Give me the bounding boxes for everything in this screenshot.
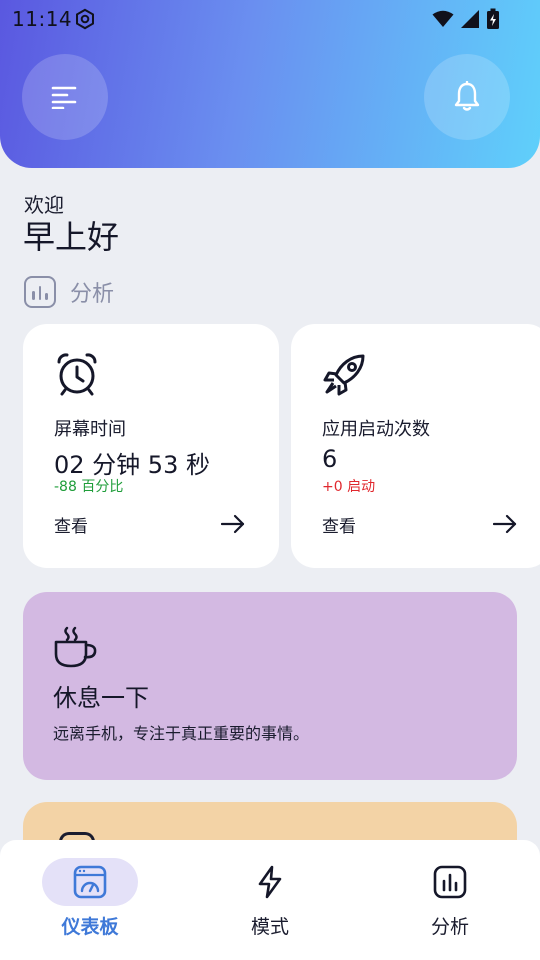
take-a-break-card[interactable]: 休息一下 远离手机，专注于真正重要的事情。 (23, 592, 517, 780)
settings-icon (76, 8, 94, 30)
lightning-icon (258, 865, 282, 899)
coffee-cup-icon (54, 626, 97, 668)
notifications-button[interactable] (424, 54, 510, 140)
alarm-clock-icon (57, 353, 97, 396)
status-bar: 11:14 (0, 0, 540, 36)
signal-icon (461, 10, 479, 28)
arrow-right-icon[interactable] (221, 514, 245, 534)
bell-icon (454, 81, 480, 111)
bar-chart-icon (24, 276, 56, 308)
bar-chart-icon (433, 865, 467, 899)
nav-item-analysis[interactable]: 分析 (360, 840, 540, 960)
card-delta: -88 百分比 (54, 479, 124, 495)
app-launches-card[interactable]: 应用启动次数 6 +0 启动 查看 (291, 324, 540, 568)
status-time: 11:14 (12, 7, 73, 31)
nav-label: 仪表板 (61, 916, 119, 938)
menu-button[interactable] (22, 54, 108, 140)
bottom-navigation: 仪表板 模式 分析 (0, 840, 540, 960)
card-value: 02 分钟 53 秒 (54, 451, 210, 479)
nav-item-dashboard[interactable]: 仪表板 (0, 840, 180, 960)
screen-time-card[interactable]: 屏幕时间 02 分钟 53 秒 -88 百分比 查看 (23, 324, 279, 568)
analysis-section-header: 分析 (24, 276, 114, 308)
break-title: 休息一下 (53, 684, 149, 712)
nav-label: 分析 (430, 916, 469, 938)
view-link[interactable]: 查看 (54, 512, 88, 537)
card-label: 屏幕时间 (54, 419, 126, 440)
card-label: 应用启动次数 (322, 419, 430, 440)
greeting-title: 早上好 (23, 218, 120, 256)
wifi-icon (432, 10, 454, 27)
card-value: 6 (322, 445, 338, 473)
nav-item-modes[interactable]: 模式 (180, 840, 360, 960)
nav-label: 模式 (250, 916, 289, 938)
break-description: 远离手机，专注于真正重要的事情。 (53, 724, 310, 743)
battery-icon (487, 8, 499, 29)
menu-icon (51, 86, 77, 109)
rocket-icon (323, 354, 365, 396)
view-link[interactable]: 查看 (322, 512, 356, 537)
header-banner: 11:14 (0, 0, 540, 168)
card-delta: +0 启动 (322, 479, 376, 495)
arrow-right-icon[interactable] (493, 514, 517, 534)
dashboard-icon (73, 865, 107, 899)
section-label: 分析 (70, 282, 115, 307)
